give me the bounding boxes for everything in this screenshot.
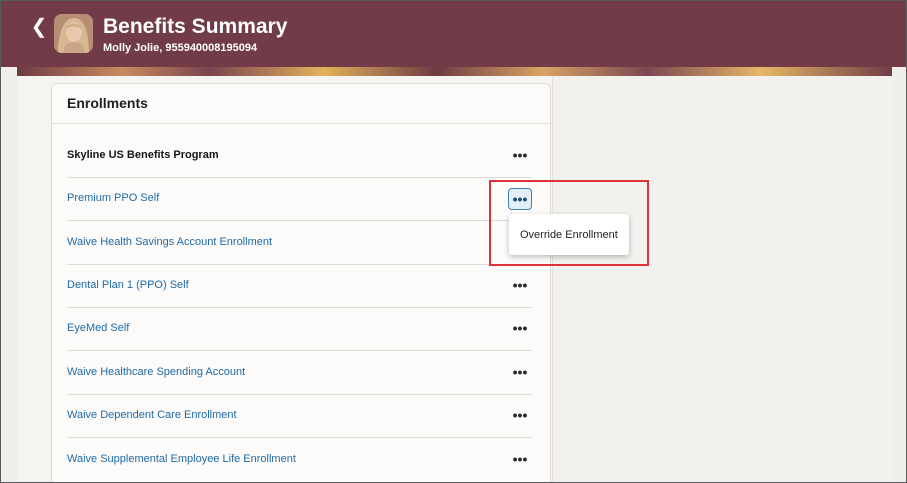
more-horizontal-icon[interactable]: ••• xyxy=(508,145,532,167)
enrollment-link[interactable]: Waive Healthcare Spending Account xyxy=(67,364,245,380)
enrollment-row: Dental Plan 1 (PPO) Self ••• xyxy=(67,264,532,308)
side-panel xyxy=(552,76,893,482)
callout-highlight-box xyxy=(489,180,649,266)
app-frame: ❮ Benefits Summary Molly Jolie, 95594000… xyxy=(0,0,907,483)
enrollment-link[interactable]: EyeMed Self xyxy=(67,320,129,336)
more-horizontal-icon[interactable]: ••• xyxy=(508,362,532,384)
enrollment-row: Waive Health Savings Account Enrollment xyxy=(67,221,532,265)
enrollment-row: EyeMed Self ••• xyxy=(67,307,532,351)
decorative-banner xyxy=(17,67,892,76)
person-name-id: Molly Jolie, 955940008195094 xyxy=(103,42,258,54)
enrollment-link[interactable]: Waive Dependent Care Enrollment xyxy=(67,407,237,423)
more-horizontal-icon[interactable]: ••• xyxy=(508,449,532,471)
enrollment-row: Skyline US Benefits Program ••• xyxy=(67,134,532,178)
page-header: ❮ Benefits Summary Molly Jolie, 95594000… xyxy=(1,1,906,67)
program-label: Skyline US Benefits Program xyxy=(67,149,219,161)
enrollment-link[interactable]: Premium PPO Self xyxy=(67,190,159,206)
enrollment-row: Waive Supplemental Employee Life Enrollm… xyxy=(67,438,532,481)
enrollment-link[interactable]: Waive Health Savings Account Enrollment xyxy=(67,234,272,250)
enrollment-row: Premium PPO Self ••• xyxy=(67,177,532,221)
enrollment-link[interactable]: Waive Supplemental Employee Life Enrollm… xyxy=(67,451,296,467)
page-title: Benefits Summary xyxy=(103,15,288,38)
chevron-left-icon[interactable]: ❮ xyxy=(30,15,48,39)
card-divider xyxy=(51,123,550,124)
more-horizontal-icon[interactable]: ••• xyxy=(508,275,532,297)
avatar xyxy=(54,14,93,53)
enrollment-row: Waive Dependent Care Enrollment ••• xyxy=(67,394,532,438)
enrollments-title: Enrollments xyxy=(67,95,148,111)
enrollment-row: Waive Healthcare Spending Account ••• xyxy=(67,351,532,395)
more-horizontal-icon[interactable]: ••• xyxy=(508,405,532,427)
more-horizontal-icon[interactable]: ••• xyxy=(508,318,532,340)
enrollment-link[interactable]: Dental Plan 1 (PPO) Self xyxy=(67,277,189,293)
